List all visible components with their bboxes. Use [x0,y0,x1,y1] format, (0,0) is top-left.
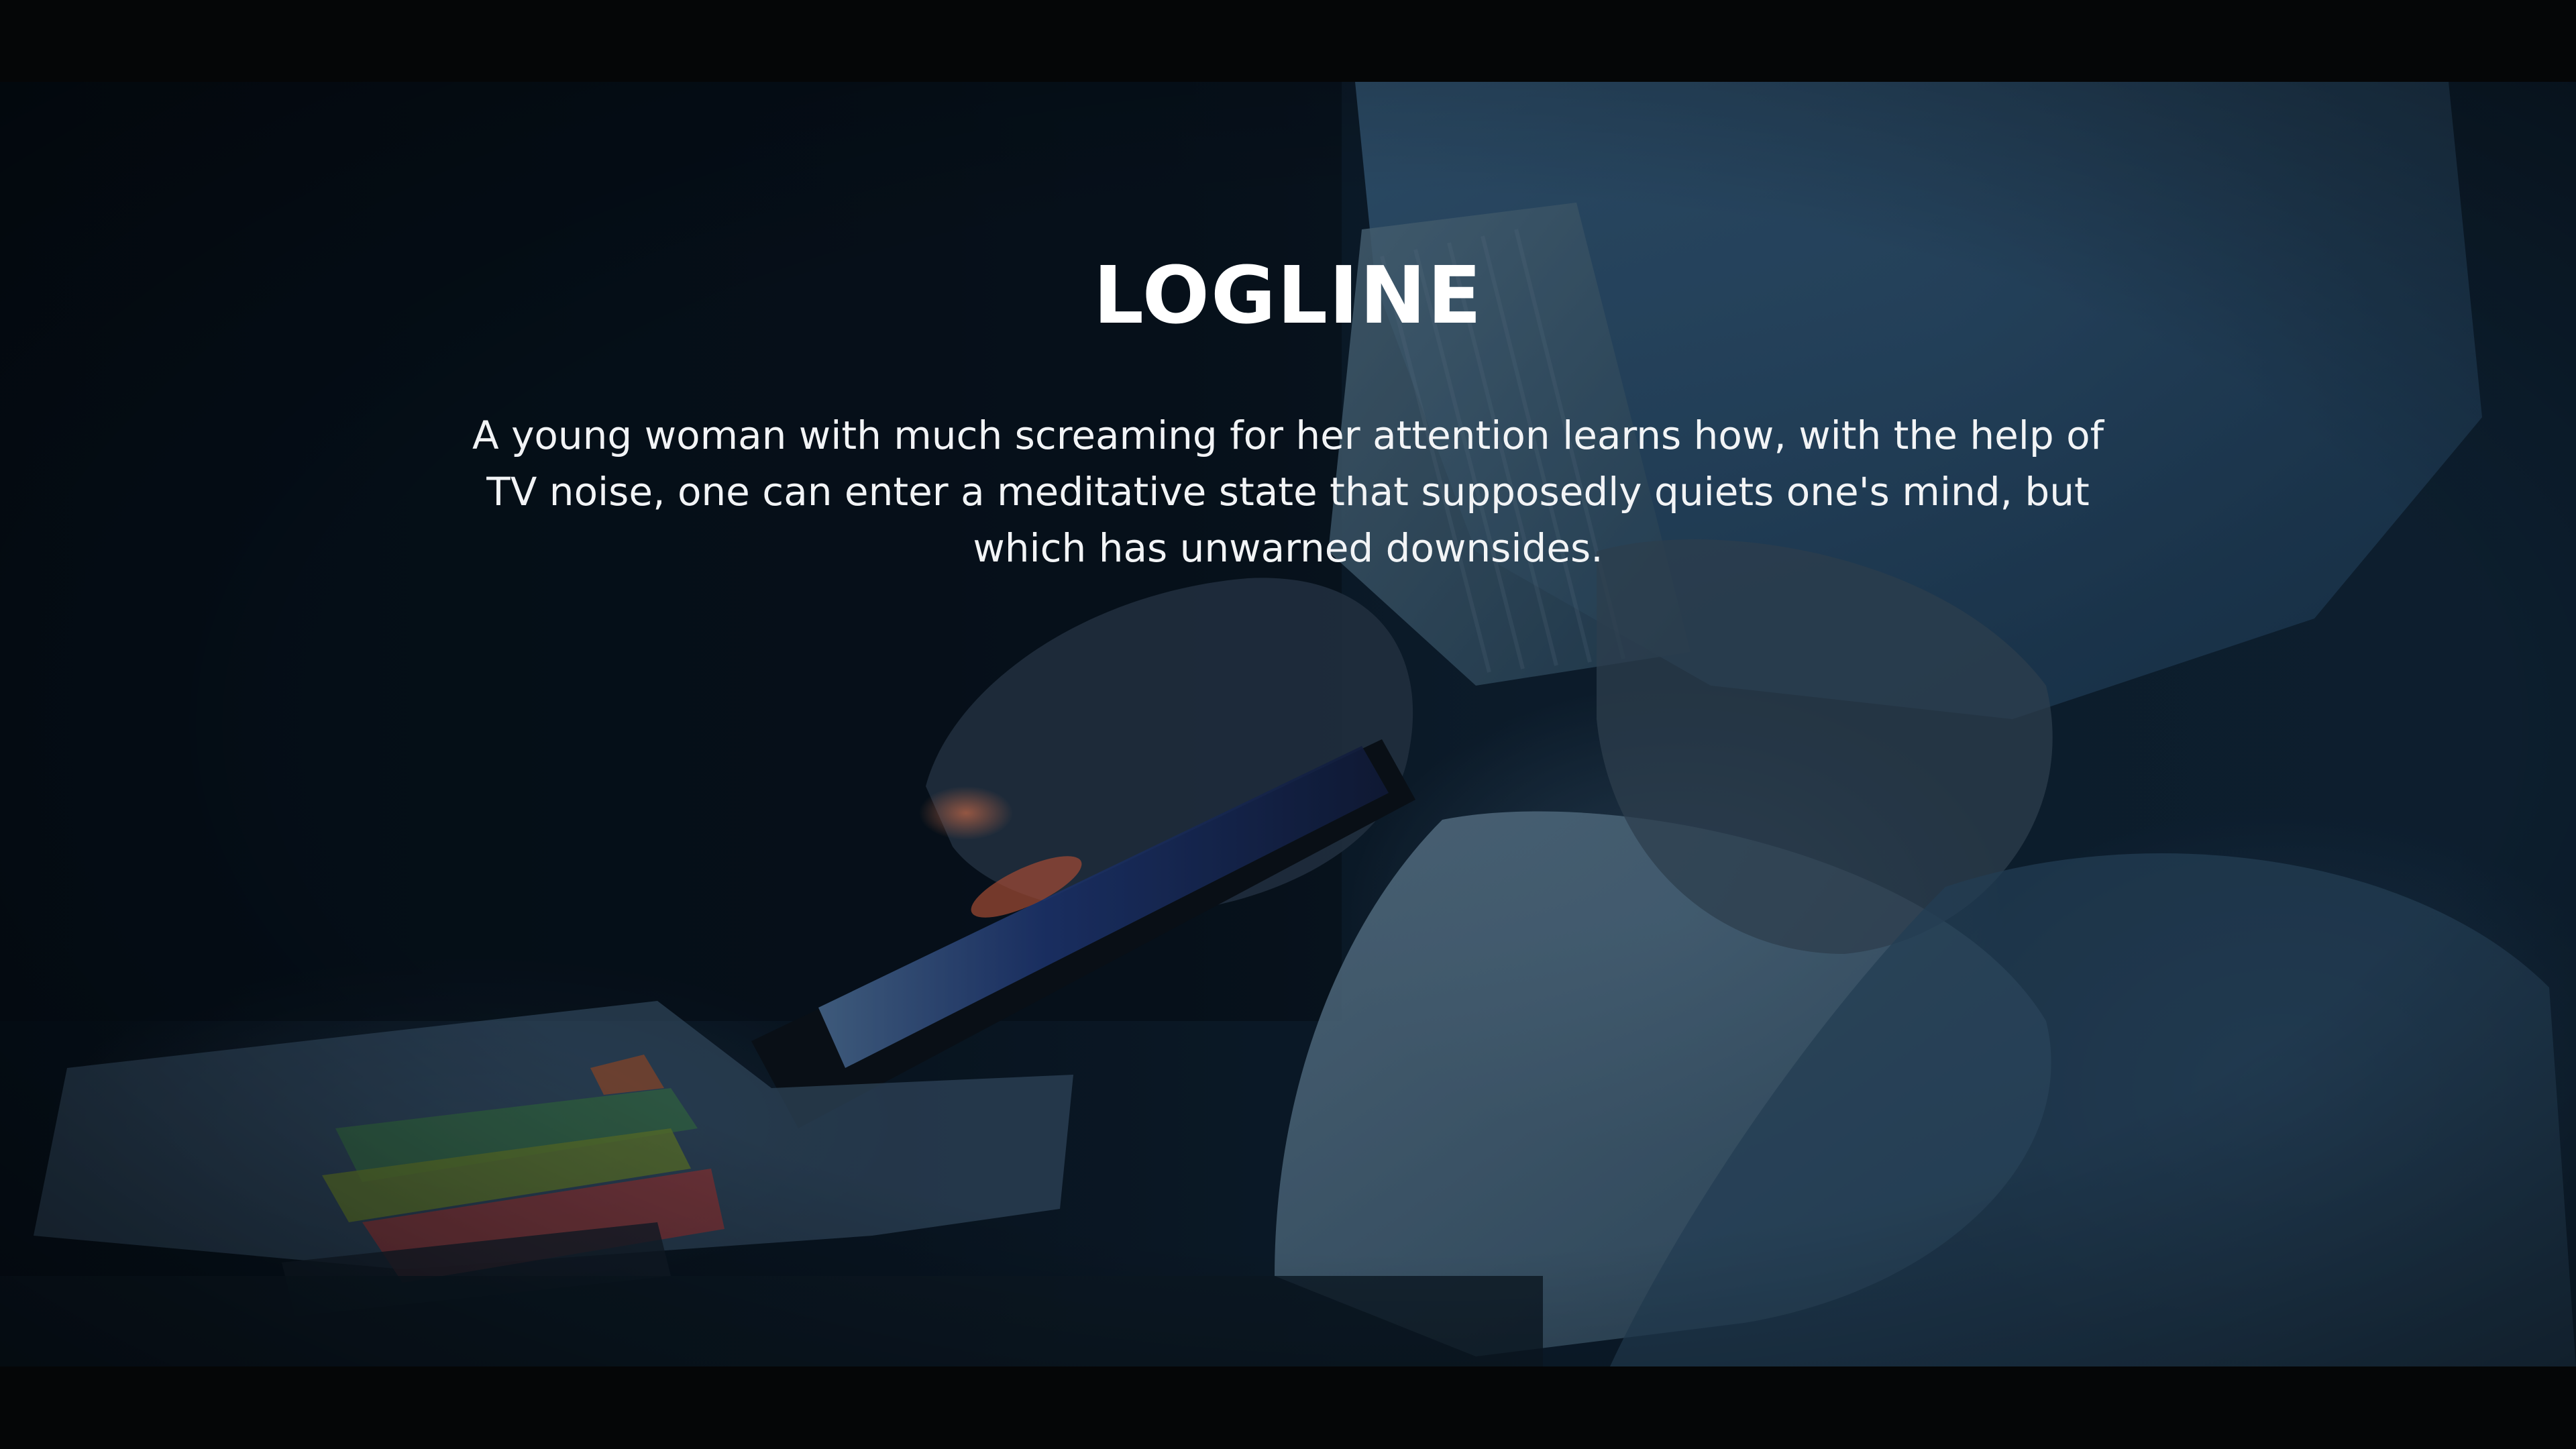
slide-title: LOGLINE [1093,249,1483,341]
letterbox-top-bar [0,0,2576,82]
slide: LOGLINE A young woman with much screamin… [0,0,2576,1449]
logline-text: A young woman with much screaming for he… [472,413,2104,571]
letterbox-bottom-bar [0,1366,2576,1449]
